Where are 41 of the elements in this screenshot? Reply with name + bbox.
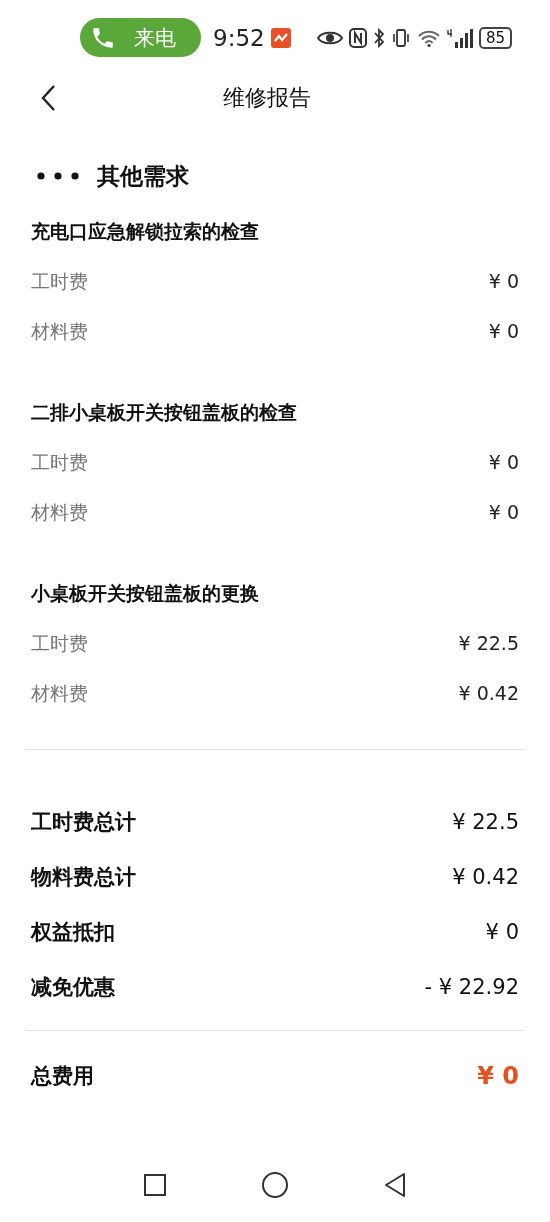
wifi-icon — [416, 28, 441, 47]
bluetooth-icon — [372, 27, 385, 48]
back-icon[interactable] — [40, 83, 56, 112]
fee-label: 工时费 — [31, 631, 88, 656]
fee-amount: ¥ 0 — [488, 269, 519, 294]
fee-label: 材料费 — [31, 319, 88, 344]
dots-icon — [37, 172, 79, 180]
fee-label: 工时费 — [31, 269, 88, 294]
summary-label: 减免优惠 — [31, 974, 115, 1001]
battery-indicator: 85 — [478, 26, 512, 49]
summary-amount: ¥ 22.5 — [452, 809, 519, 836]
summary-label: 物料费总计 — [31, 864, 136, 891]
fee-amount: ¥ 0 — [488, 319, 519, 344]
fee-label: 材料费 — [31, 681, 88, 706]
fee-label: 工时费 — [31, 450, 88, 475]
recent-apps-icon[interactable] — [144, 1174, 166, 1196]
section-title: 其他需求 — [97, 161, 189, 191]
nfc-icon — [348, 27, 367, 48]
app-notification-icon — [270, 27, 291, 48]
summary-label: 工时费总计 — [31, 809, 136, 836]
back-nav-icon[interactable] — [384, 1172, 406, 1198]
incoming-call-pill[interactable]: 来电 — [80, 18, 201, 57]
fee-amount: ¥ 0 — [488, 500, 519, 525]
page-title: 维修报告 — [223, 83, 311, 112]
fee-amount: ¥ 0 — [488, 450, 519, 475]
item-name: 二排小桌板开关按钮盖板的检查 — [31, 400, 298, 425]
fee-amount: ¥ 0.42 — [458, 681, 519, 706]
fee-amount: ¥ 22.5 — [458, 631, 519, 656]
fee-label: 材料费 — [31, 500, 88, 525]
home-icon[interactable] — [262, 1172, 288, 1198]
summary-amount: - ¥ 22.92 — [424, 974, 519, 1001]
total-label: 总费用 — [31, 1063, 94, 1090]
summary-amount: ¥ 0 — [485, 919, 519, 946]
clock-time: 9:52 — [213, 24, 265, 51]
total-amount: ¥ 0 — [477, 1061, 519, 1092]
summary-amount: ¥ 0.42 — [452, 864, 519, 891]
summary-label: 权益抵扣 — [31, 919, 115, 946]
signal-icon — [446, 27, 473, 48]
item-name: 小桌板开关按钮盖板的更换 — [31, 581, 260, 606]
vibrate-icon — [390, 27, 411, 48]
item-name: 充电口应急解锁拉索的检查 — [31, 219, 260, 244]
